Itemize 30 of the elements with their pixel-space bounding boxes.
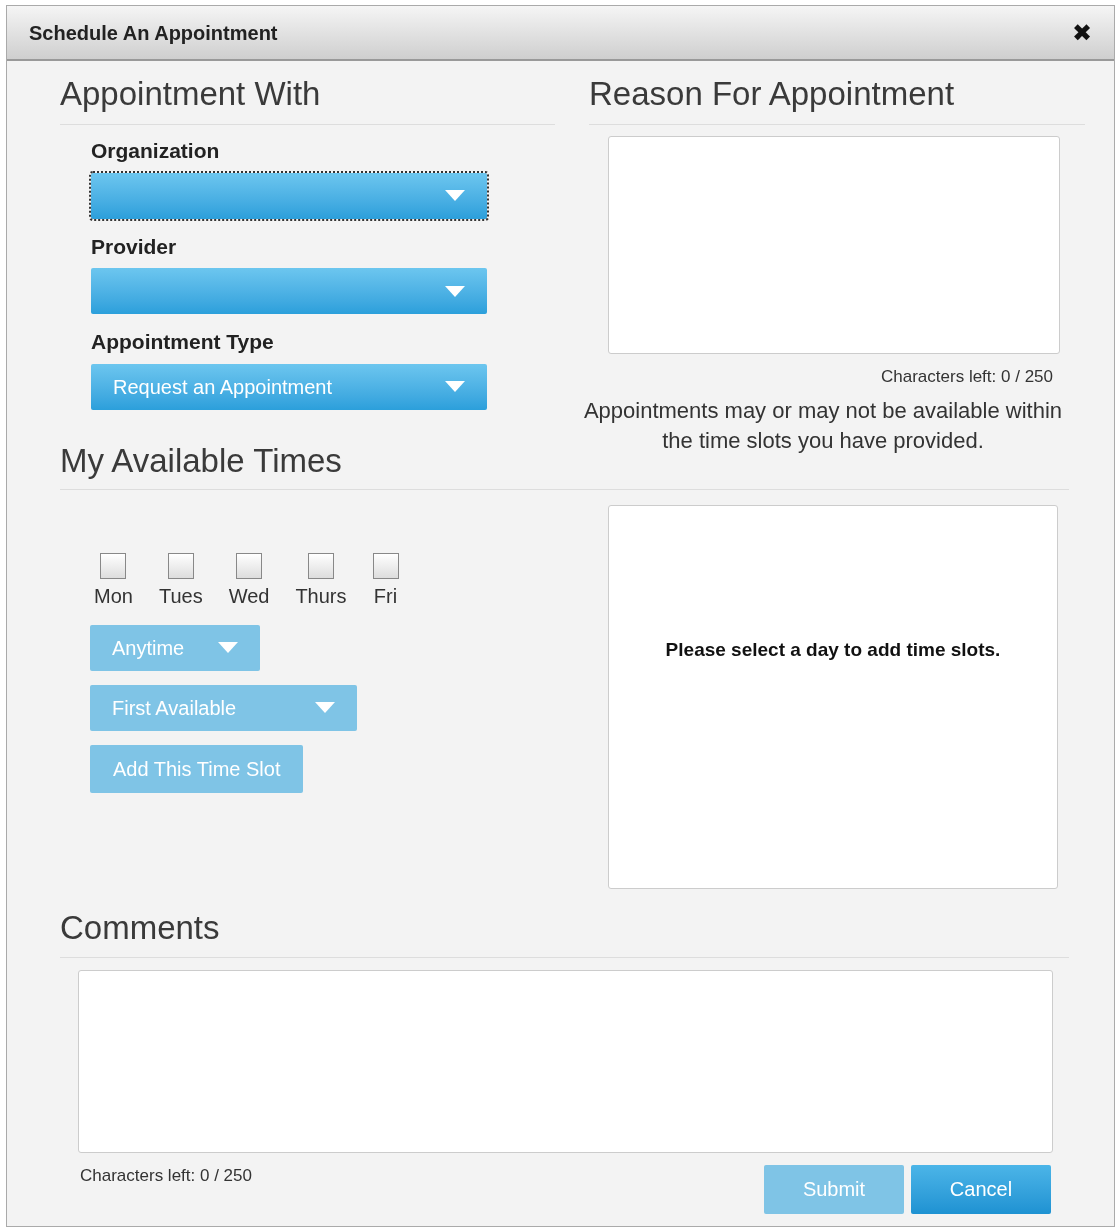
day-label: Thurs	[295, 583, 347, 609]
dropdown[interactable]: Request an Appointment	[91, 363, 487, 410]
field-label: Appointment Type	[91, 329, 275, 355]
section-heading: Appointment With	[60, 77, 322, 110]
slots-message: Please select a day to add time slots.	[665, 637, 1001, 662]
day-label: Fri	[373, 583, 398, 609]
day-checkbox[interactable]	[236, 552, 262, 579]
close-button[interactable]: ✖	[1072, 20, 1092, 45]
section-heading: My Available Times	[60, 443, 343, 477]
caret-icon	[445, 381, 465, 392]
day-label: Wed	[228, 583, 270, 609]
dialog-title: Schedule An Appointment	[29, 20, 278, 46]
character-counter: Characters left: 0 / 250	[881, 366, 1053, 388]
day-checkbox[interactable]	[372, 552, 399, 579]
day-checkbox[interactable]	[100, 552, 127, 579]
dialog-button[interactable]: Cancel	[911, 1164, 1051, 1214]
section-heading: Reason For Appointment	[589, 77, 956, 110]
day-label: Mon	[94, 583, 133, 609]
field-label: Organization	[91, 138, 221, 164]
day-checkbox[interactable]	[167, 552, 194, 579]
caret-icon	[315, 702, 335, 713]
caret-icon	[445, 190, 465, 201]
field-label: Provider	[91, 233, 178, 260]
availability-note: Appointments may or may not be available within the time slots you have provided.	[582, 396, 1064, 455]
section-heading: Comments	[60, 910, 221, 944]
day-label: Tues	[158, 583, 203, 609]
caret-icon	[445, 285, 465, 297]
day-checkbox[interactable]	[307, 552, 334, 579]
character-counter: Characters left: 0 / 250	[80, 1164, 252, 1187]
caret-icon	[218, 642, 238, 653]
